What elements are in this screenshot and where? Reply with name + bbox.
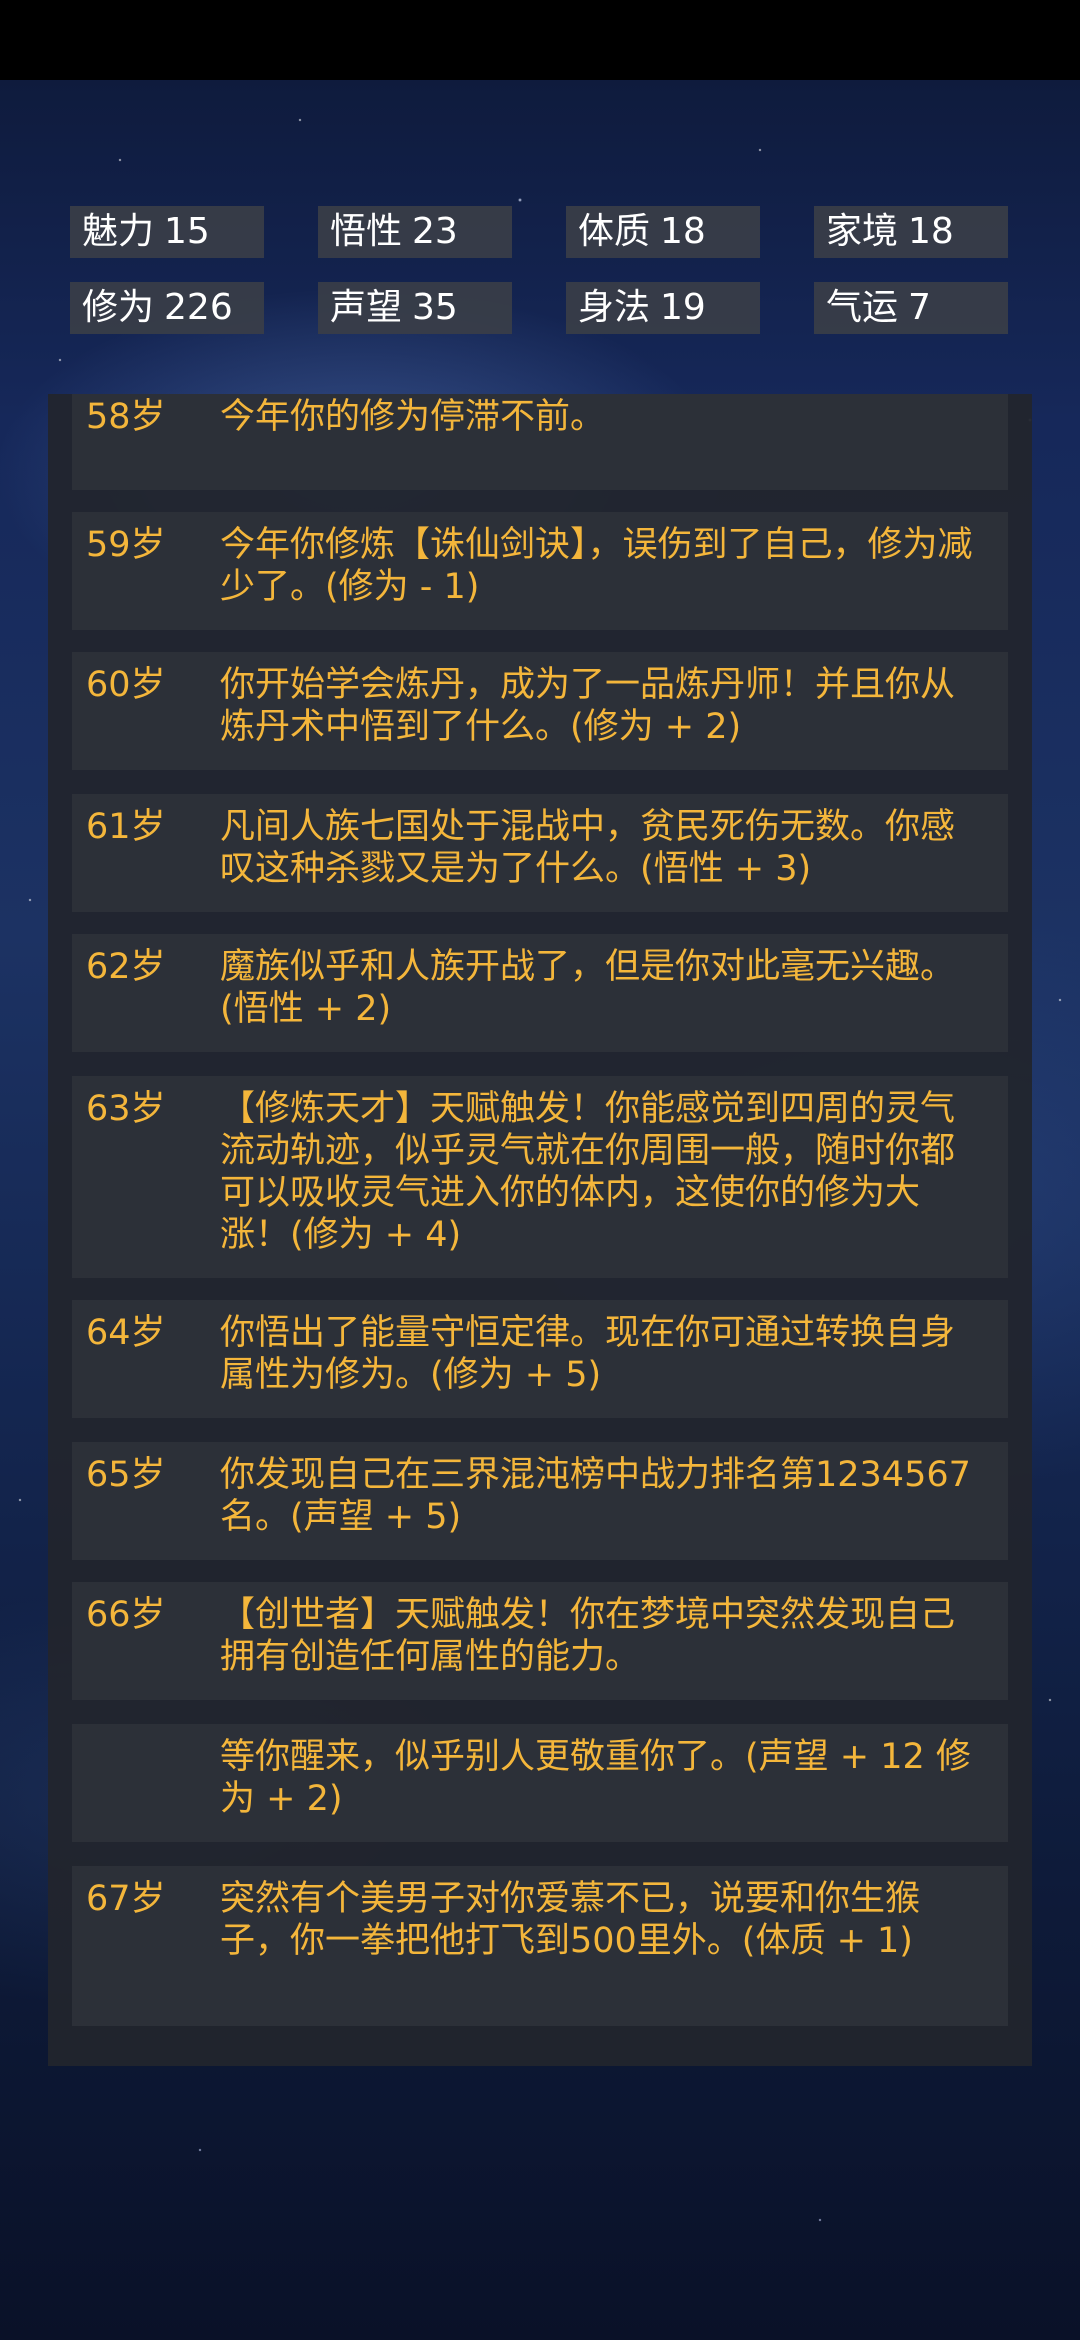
entry-text: 今年你修炼【诛仙剑诀】，误伤到了自己，修为减少了。(修为 - 1) [220, 525, 973, 607]
entry-text: 突然有个美男子对你爱慕不已，说要和你生猴子，你一拳把他打飞到500里外。(体质 … [220, 1879, 921, 1961]
log-entry: 64岁 你悟出了能量守恒定律。现在你可通过转换自身属性为修为。(修为 + 5) [72, 1300, 1008, 1418]
stat-label: 气运 [826, 287, 899, 328]
stat-label: 体质 [578, 211, 651, 252]
log-entry: 65岁 你发现自己在三界混沌榜中战力排名第1234567名。(声望 + 5) [72, 1442, 1008, 1560]
stat-value: 19 [660, 287, 706, 328]
entry-text: 【创世者】天赋触发！你在梦境中突然发现自己拥有创造任何属性的能力。 [220, 1595, 956, 1677]
stat-label: 身法 [578, 287, 651, 328]
stat-value: 35 [412, 287, 458, 328]
entry-text: 魔族似乎和人族开战了，但是你对此毫无兴趣。(悟性 + 2) [220, 947, 956, 1029]
entry-text: 今年你的修为停滞不前。 [220, 397, 606, 437]
entry-age: 64岁 [86, 1313, 166, 1353]
stat-charm: 魅力 15 [70, 206, 264, 258]
attribute-grid: 魅力 15 悟性 23 体质 18 家境 18 修为 226 声望 35 身法 19 气运 7 [70, 206, 1008, 336]
entry-age: 58岁 [86, 397, 166, 437]
log-entry: 66岁 【创世者】天赋触发！你在梦境中突然发现自己拥有创造任何属性的能力。 [72, 1582, 1008, 1700]
entry-text: 凡间人族七国处于混战中，贫民死伤无数。你感叹这种杀戮又是为了什么。(悟性 + 3… [220, 807, 956, 889]
stat-value: 226 [164, 287, 233, 328]
entry-age: 66岁 [86, 1595, 166, 1635]
log-entry: 62岁 魔族似乎和人族开战了，但是你对此毫无兴趣。(悟性 + 2) [72, 934, 1008, 1052]
entry-text: 等你醒来，似乎别人更敬重你了。(声望 + 12 修为 + 2) [220, 1737, 971, 1819]
stat-value: 18 [660, 211, 706, 252]
stat-label: 声望 [330, 287, 403, 328]
stat-value: 15 [164, 211, 210, 252]
stat-constitution: 体质 18 [566, 206, 760, 258]
log-entry: 67岁 突然有个美男子对你爱慕不已，说要和你生猴子，你一拳把他打飞到500里外。… [72, 1866, 1008, 2026]
log-entry: 61岁 凡间人族七国处于混战中，贫民死伤无数。你感叹这种杀戮又是为了什么。(悟性… [72, 794, 1008, 912]
stat-value: 7 [908, 287, 931, 328]
entry-age: 59岁 [86, 525, 166, 565]
stat-label: 修为 [82, 287, 155, 328]
stat-family: 家境 18 [814, 206, 1008, 258]
stat-label: 家境 [826, 211, 899, 252]
entry-age: 67岁 [86, 1879, 166, 1919]
entry-age: 65岁 [86, 1455, 166, 1495]
entry-age: 61岁 [86, 807, 166, 847]
life-log-panel[interactable]: 58岁 今年你的修为停滞不前。 59岁 今年你修炼【诛仙剑诀】，误伤到了自己，修… [48, 394, 1032, 2066]
stat-value: 23 [412, 211, 458, 252]
entry-age: 62岁 [86, 947, 166, 987]
stat-comprehension: 悟性 23 [318, 206, 512, 258]
entry-text: 你发现自己在三界混沌榜中战力排名第1234567名。(声望 + 5) [220, 1455, 971, 1537]
entry-text: 【修炼天才】天赋触发！你能感觉到四周的灵气流动轨迹，似乎灵气就在你周围一般，随时… [220, 1089, 956, 1255]
log-entry: 等你醒来，似乎别人更敬重你了。(声望 + 12 修为 + 2) [72, 1724, 1008, 1842]
entry-text: 你开始学会炼丹，成为了一品炼丹师！并且你从炼丹术中悟到了什么。(修为 + 2) [220, 665, 956, 747]
stat-reputation: 声望 35 [318, 282, 512, 334]
stat-luck: 气运 7 [814, 282, 1008, 334]
log-entry: 60岁 你开始学会炼丹，成为了一品炼丹师！并且你从炼丹术中悟到了什么。(修为 +… [72, 652, 1008, 770]
log-entry: 63岁 【修炼天才】天赋触发！你能感觉到四周的灵气流动轨迹，似乎灵气就在你周围一… [72, 1076, 1008, 1278]
log-entry: 58岁 今年你的修为停滞不前。 [72, 394, 1008, 490]
stat-cultivation: 修为 226 [70, 282, 264, 334]
entry-age: 63岁 [86, 1089, 166, 1129]
stat-agility: 身法 19 [566, 282, 760, 334]
log-entry: 59岁 今年你修炼【诛仙剑诀】，误伤到了自己，修为减少了。(修为 - 1) [72, 512, 1008, 630]
entry-text: 你悟出了能量守恒定律。现在你可通过转换自身属性为修为。(修为 + 5) [220, 1313, 956, 1395]
status-bar [0, 0, 1080, 80]
stat-value: 18 [908, 211, 954, 252]
stat-label: 魅力 [82, 211, 155, 252]
stat-label: 悟性 [330, 211, 403, 252]
entry-age: 60岁 [86, 665, 166, 705]
